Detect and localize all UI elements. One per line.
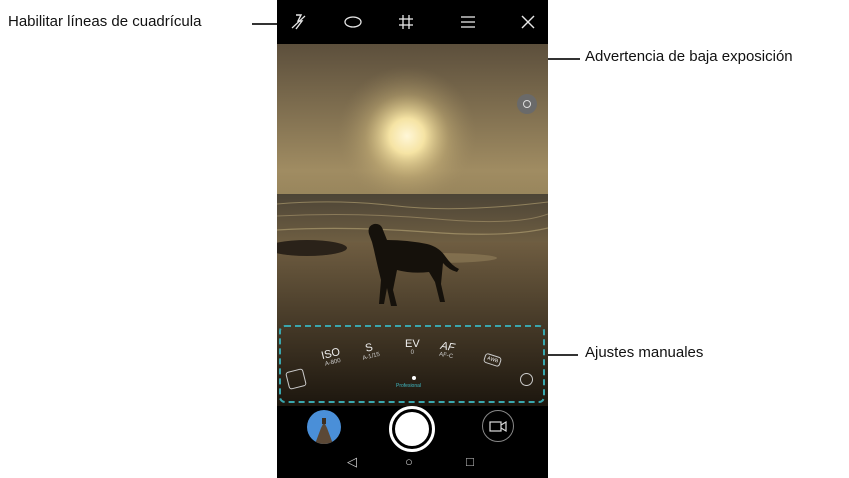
callout-exposure-label: Advertencia de baja exposición bbox=[585, 48, 793, 65]
camera-bottom-bar: ◁ ○ □ bbox=[277, 406, 548, 478]
nav-back-icon[interactable]: ◁ bbox=[347, 454, 357, 470]
camera-screen: ◁ ○ □ bbox=[277, 0, 548, 478]
low-exposure-warning-icon[interactable] bbox=[517, 94, 537, 114]
menu-icon[interactable] bbox=[456, 10, 480, 34]
close-icon[interactable] bbox=[516, 10, 540, 34]
nav-home-icon[interactable]: ○ bbox=[405, 454, 413, 469]
flash-off-icon[interactable] bbox=[287, 10, 311, 34]
nav-recents-icon[interactable]: □ bbox=[466, 454, 474, 469]
filter-icon[interactable] bbox=[341, 10, 365, 34]
shutter-button[interactable] bbox=[389, 406, 435, 452]
grid-icon[interactable] bbox=[394, 10, 418, 34]
video-mode-button[interactable] bbox=[482, 410, 514, 442]
callout-grid-label: Habilitar líneas de cuadrícula bbox=[8, 13, 202, 30]
gallery-thumbnail[interactable] bbox=[307, 410, 341, 444]
manual-settings-highlight bbox=[279, 325, 545, 403]
camera-top-bar bbox=[277, 0, 548, 44]
callout-manual-label: Ajustes manuales bbox=[585, 344, 704, 361]
